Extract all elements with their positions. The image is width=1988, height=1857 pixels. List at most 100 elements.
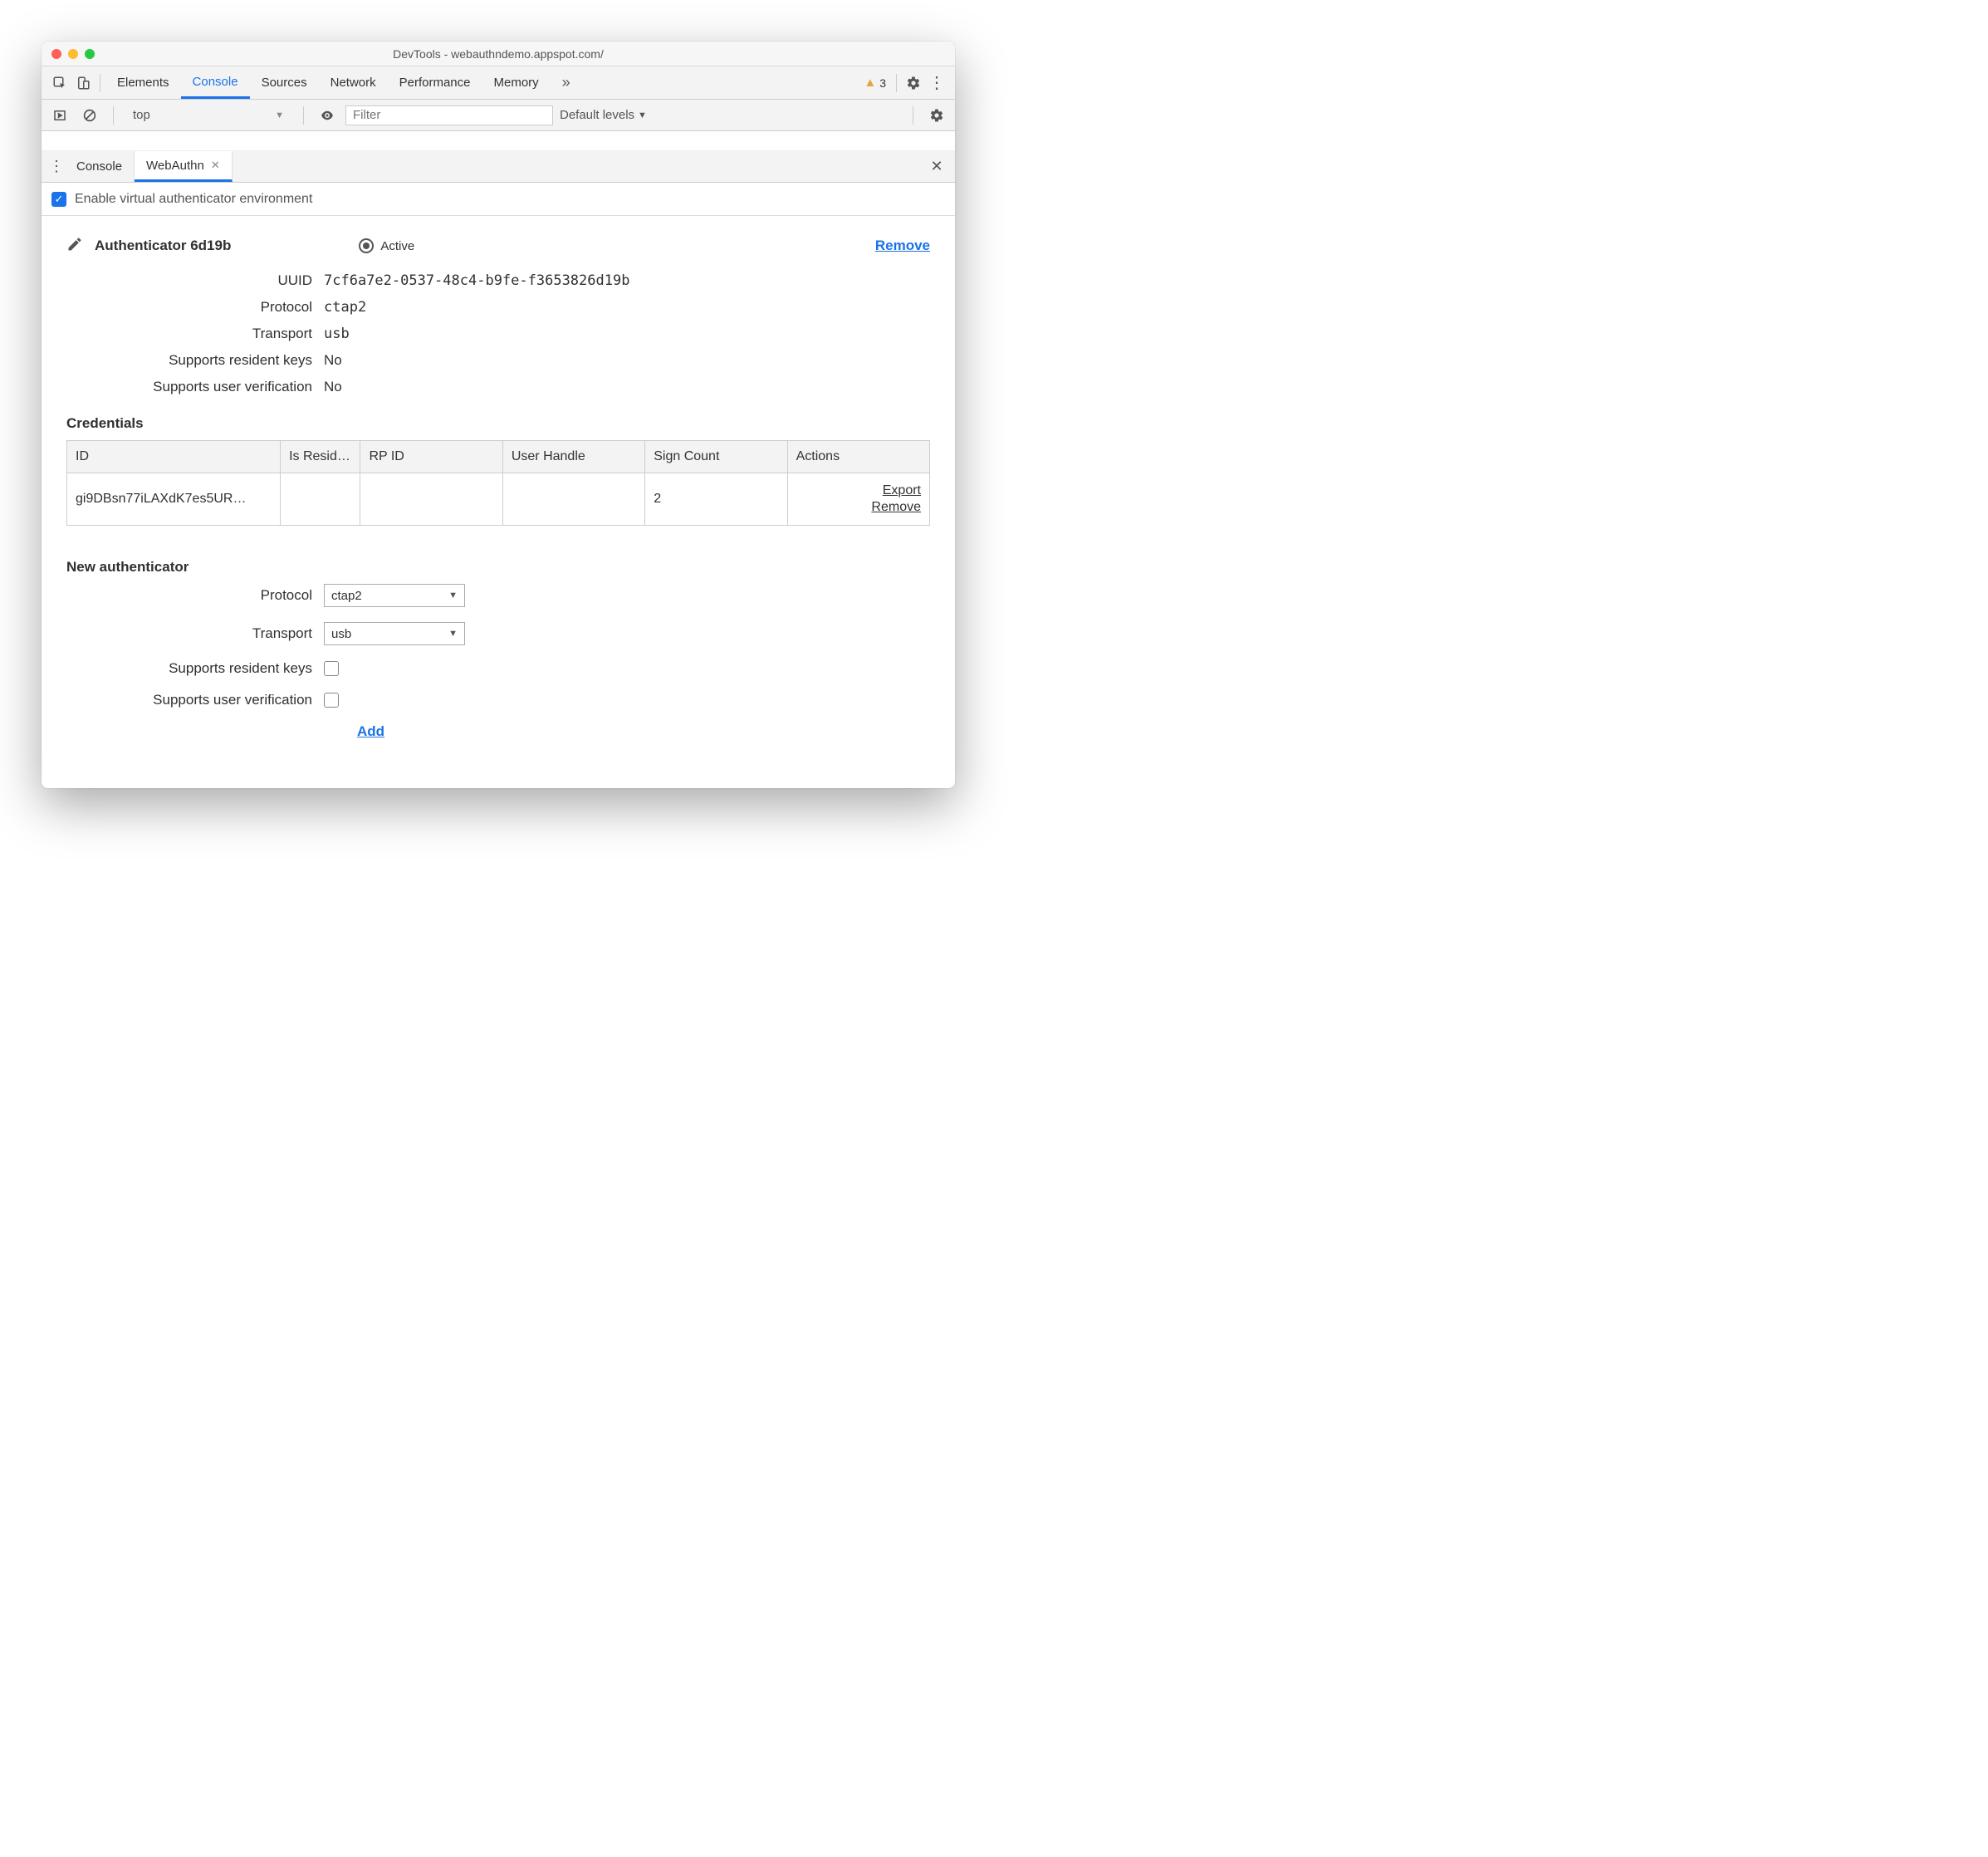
- live-expression-icon[interactable]: [316, 104, 339, 127]
- divider: [113, 106, 114, 125]
- new-srk-checkbox[interactable]: [324, 661, 339, 676]
- edit-icon[interactable]: [66, 236, 83, 256]
- col-user-handle[interactable]: User Handle: [502, 441, 644, 473]
- new-protocol-row: Protocol ctap2 ▼: [66, 584, 930, 607]
- col-rp-id[interactable]: RP ID: [360, 441, 502, 473]
- cred-id: gi9DBsn77iLAXdK7es5UR…: [67, 473, 281, 526]
- console-settings-icon[interactable]: [925, 104, 948, 127]
- devtools-window: DevTools - webauthndemo.appspot.com/ Ele…: [42, 42, 955, 788]
- cred-sign-count: 2: [645, 473, 787, 526]
- drawer-tab-label: WebAuthn: [146, 159, 204, 173]
- enable-virtual-row: ✓ Enable virtual authenticator environme…: [42, 183, 955, 216]
- chevron-down-icon: ▼: [275, 110, 284, 120]
- levels-label: Default levels: [560, 108, 634, 122]
- log-levels-selector[interactable]: Default levels ▼: [560, 108, 647, 122]
- enable-virtual-checkbox[interactable]: ✓: [51, 192, 66, 207]
- context-selector[interactable]: top ▼: [125, 105, 291, 125]
- chevron-down-icon: ▼: [448, 590, 458, 600]
- transport-label: Transport: [66, 326, 324, 342]
- tab-network[interactable]: Network: [319, 66, 388, 99]
- uuid-label: UUID: [66, 272, 324, 289]
- srk-label: Supports resident keys: [66, 352, 324, 369]
- new-protocol-select[interactable]: ctap2 ▼: [324, 584, 465, 607]
- cred-actions: Export Remove: [787, 473, 929, 526]
- close-drawer-icon[interactable]: ✕: [925, 155, 948, 179]
- credentials-table: ID Is Resid… RP ID User Handle Sign Coun…: [66, 440, 930, 526]
- col-id[interactable]: ID: [67, 441, 281, 473]
- new-suv-checkbox[interactable]: [324, 693, 339, 708]
- tab-console[interactable]: Console: [181, 66, 250, 99]
- device-toolbar-icon[interactable]: [71, 71, 95, 95]
- minimize-window-button[interactable]: [68, 49, 78, 59]
- chevron-down-icon: ▼: [638, 110, 647, 120]
- active-label: Active: [380, 239, 414, 253]
- remove-authenticator-link[interactable]: Remove: [875, 238, 930, 254]
- drawer-tab-webauthn[interactable]: WebAuthn ✕: [135, 151, 233, 182]
- tab-performance[interactable]: Performance: [388, 66, 482, 99]
- tab-overflow-icon[interactable]: »: [551, 66, 582, 99]
- cred-user-handle: [502, 473, 644, 526]
- drawer-tab-label: Console: [76, 159, 122, 174]
- tab-memory[interactable]: Memory: [482, 66, 551, 99]
- table-row: gi9DBsn77iLAXdK7es5UR… 2 Export Remove: [67, 473, 930, 526]
- drawer-menu-icon[interactable]: ⋮: [48, 158, 65, 175]
- protocol-label: Protocol: [66, 299, 324, 316]
- main-toolbar: Elements Console Sources Network Perform…: [42, 66, 955, 100]
- suv-value: No: [324, 379, 930, 395]
- close-icon[interactable]: ✕: [211, 159, 220, 172]
- new-suv-label: Supports user verification: [66, 692, 324, 708]
- titlebar: DevTools - webauthndemo.appspot.com/: [42, 42, 955, 66]
- new-transport-select[interactable]: usb ▼: [324, 622, 465, 645]
- srk-value: No: [324, 352, 930, 369]
- chevron-down-icon: ▼: [448, 629, 458, 639]
- table-header-row: ID Is Resid… RP ID User Handle Sign Coun…: [67, 441, 930, 473]
- cred-is-resident: [281, 473, 360, 526]
- traffic-lights: [51, 49, 95, 59]
- export-credential-link[interactable]: Export: [796, 483, 921, 498]
- close-window-button[interactable]: [51, 49, 61, 59]
- add-authenticator-link[interactable]: Add: [357, 723, 930, 740]
- main-tabs: Elements Console Sources Network Perform…: [105, 66, 582, 99]
- console-output-area: [42, 131, 955, 151]
- new-transport-value: usb: [331, 627, 351, 641]
- window-title: DevTools - webauthndemo.appspot.com/: [42, 47, 955, 61]
- filter-input[interactable]: [345, 105, 553, 125]
- settings-icon[interactable]: [902, 71, 925, 95]
- authenticator-header: Authenticator 6d19b Active Remove: [66, 236, 930, 256]
- drawer-tabs: ⋮ Console WebAuthn ✕ ✕: [42, 151, 955, 183]
- suv-label: Supports user verification: [66, 379, 324, 395]
- zoom-window-button[interactable]: [85, 49, 95, 59]
- tab-elements[interactable]: Elements: [105, 66, 181, 99]
- enable-virtual-label: Enable virtual authenticator environment: [75, 192, 312, 207]
- radio-icon: [359, 238, 374, 253]
- warnings-badge[interactable]: ▲ 3: [859, 76, 891, 90]
- new-suv-row: Supports user verification: [66, 692, 930, 708]
- new-srk-row: Supports resident keys: [66, 660, 930, 677]
- warnings-count: 3: [879, 76, 886, 90]
- tab-sources[interactable]: Sources: [250, 66, 319, 99]
- protocol-value: ctap2: [324, 299, 930, 316]
- col-sign-count[interactable]: Sign Count: [645, 441, 787, 473]
- authenticator-details: UUID 7cf6a7e2-0537-48c4-b9fe-f3653826d19…: [66, 272, 930, 395]
- clear-console-icon[interactable]: [78, 104, 101, 127]
- divider: [303, 106, 304, 125]
- more-menu-icon[interactable]: ⋮: [925, 71, 948, 95]
- col-is-resident[interactable]: Is Resid…: [281, 441, 360, 473]
- execution-context-icon[interactable]: [48, 104, 71, 127]
- uuid-value: 7cf6a7e2-0537-48c4-b9fe-f3653826d19b: [324, 272, 930, 289]
- drawer-tab-console[interactable]: Console: [65, 151, 135, 182]
- new-protocol-label: Protocol: [66, 587, 324, 604]
- add-row: Add: [66, 723, 930, 740]
- active-radio[interactable]: Active: [359, 238, 414, 253]
- remove-credential-link[interactable]: Remove: [796, 500, 921, 515]
- new-authenticator-title: New authenticator: [66, 559, 930, 576]
- col-actions[interactable]: Actions: [787, 441, 929, 473]
- cred-rp: [360, 473, 502, 526]
- webauthn-panel: Authenticator 6d19b Active Remove UUID 7…: [42, 216, 955, 788]
- inspect-element-icon[interactable]: [48, 71, 71, 95]
- context-value: top: [133, 108, 150, 122]
- console-toolbar: top ▼ Default levels ▼: [42, 100, 955, 131]
- new-transport-label: Transport: [66, 625, 324, 642]
- warning-icon: ▲: [864, 76, 876, 90]
- transport-value: usb: [324, 326, 930, 342]
